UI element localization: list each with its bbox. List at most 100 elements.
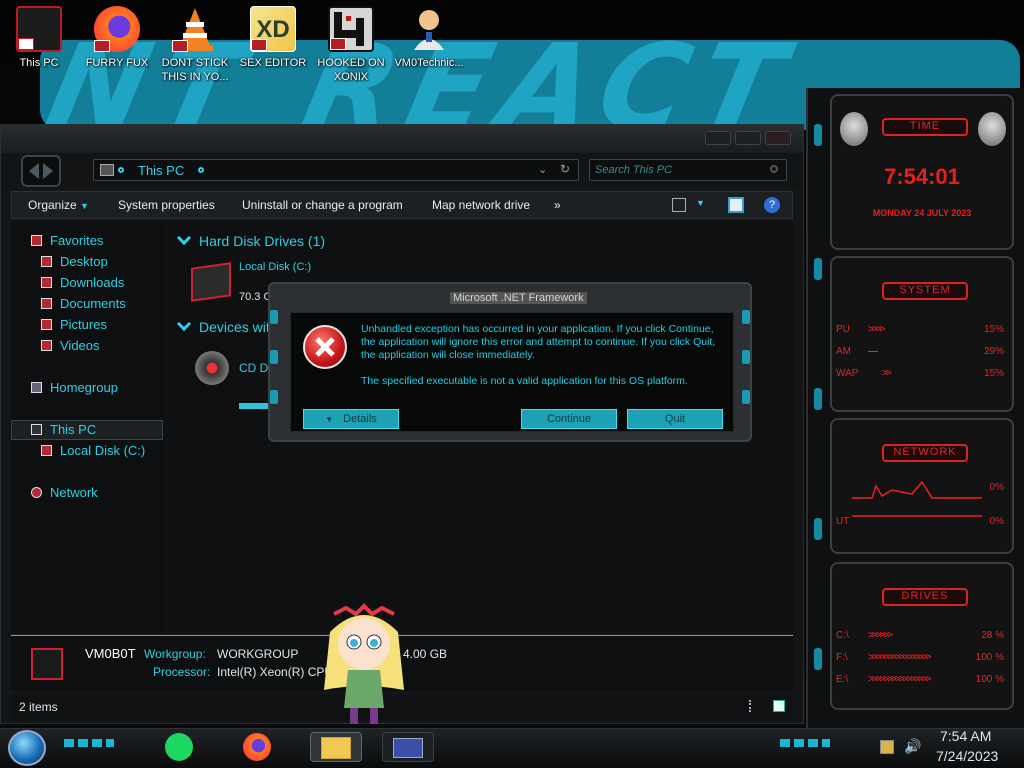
firefox-icon[interactable] <box>240 732 274 762</box>
taskbar-clock-date[interactable]: 7/24/2023 <box>936 748 998 764</box>
preview-pane-icon[interactable] <box>728 197 744 213</box>
chevron-down-icon[interactable]: ⌄ <box>538 163 547 176</box>
nav-homegroup[interactable]: Homegroup <box>31 380 118 395</box>
group-devices-removable[interactable]: Devices with <box>176 316 278 335</box>
dialog-title: Microsoft .NET Framework <box>450 292 587 304</box>
desktop-icon-label: SEX EDITOR <box>239 57 307 69</box>
view-options-icon[interactable] <box>672 198 686 212</box>
pictures-folder-icon <box>41 319 52 330</box>
alien-head-icon <box>840 112 868 146</box>
search-input[interactable]: Search This PC <box>595 164 672 176</box>
videos-folder-icon <box>41 340 52 351</box>
help-icon[interactable]: ? <box>764 197 780 213</box>
nav-favorites[interactable]: Favorites <box>31 233 103 248</box>
continue-button[interactable]: Continue <box>521 409 617 429</box>
chevron-down-icon <box>176 230 192 246</box>
details-button[interactable]: ▼ Details <box>303 409 399 429</box>
network-icon <box>31 487 42 498</box>
documents-folder-icon <box>41 298 52 309</box>
error-icon <box>303 325 347 369</box>
local-disk-label[interactable]: Local Disk (C:) <box>239 261 311 273</box>
vlc-cone-icon <box>172 6 218 52</box>
nav-desktop[interactable]: Desktop <box>41 254 108 269</box>
nav-downloads[interactable]: Downloads <box>41 275 124 290</box>
refresh-icon[interactable]: ↻ <box>560 162 570 176</box>
nav-label: Downloads <box>60 275 125 290</box>
gadget-date: MONDAY 24 JULY 2023 <box>872 208 972 218</box>
processor-value: Intel(R) Xeon(R) CPU <box>217 665 334 679</box>
nav-label: Favorites <box>50 233 104 248</box>
control-panel-icon[interactable] <box>382 732 434 762</box>
group-hard-disk-drives[interactable]: Hard Disk Drives (1) <box>176 230 325 249</box>
search-icon[interactable] <box>770 165 778 173</box>
address-bar[interactable]: This PC ⌄ ↻ <box>93 159 579 181</box>
gadget-title: TIME <box>882 118 968 136</box>
address-text: This PC <box>138 163 185 178</box>
computer-icon <box>31 648 63 680</box>
nav-documents[interactable]: Documents <box>41 296 126 311</box>
explorer-titlebar[interactable] <box>1 125 803 153</box>
cd-drive-icon <box>195 351 229 385</box>
system-properties-button[interactable]: System properties <box>118 198 215 212</box>
nav-network[interactable]: Network <box>31 485 98 500</box>
xd-editor-icon: XD <box>250 6 296 52</box>
organize-button[interactable]: Organize ▼ <box>28 198 89 212</box>
maximize-button[interactable] <box>735 131 761 145</box>
chevron-down-icon: ▼ <box>325 415 334 424</box>
close-button[interactable] <box>765 131 791 145</box>
nav-label: Local Disk (C:) <box>60 443 146 458</box>
desktop-icon-dont-stick[interactable]: DONT STICK THIS IN YO... <box>158 6 232 84</box>
alien-head-icon <box>978 112 1006 146</box>
desktop-icon-this-pc[interactable]: This PC <box>2 6 76 70</box>
chevron-down-icon[interactable]: ▼ <box>696 198 705 208</box>
nav-label: Network <box>50 485 98 500</box>
time-gadget[interactable]: TIME 7:54:01 MONDAY 24 JULY 2023 <box>830 94 1014 250</box>
network-tray-icon[interactable] <box>880 740 894 754</box>
gadget-title: SYSTEM <box>882 282 968 300</box>
computer-name: VM0B0T <box>85 646 136 661</box>
chevron-down-icon: ▼ <box>80 201 89 211</box>
quit-button[interactable]: Quit <box>627 409 723 429</box>
desktop-icon-furry-fux[interactable]: FURRY FUX <box>80 6 154 70</box>
dialog-message-detail: The specified executable is not a valid … <box>361 375 688 387</box>
command-bar: Organize ▼ System properties Uninstall o… <box>11 191 793 219</box>
minimize-button[interactable] <box>705 131 731 145</box>
desktop-icon-sex-editor[interactable]: XD SEX EDITOR <box>236 6 310 70</box>
nav-pictures[interactable]: Pictures <box>41 317 107 332</box>
processor-label: Processor: <box>153 665 211 679</box>
xonix-game-icon <box>328 6 374 52</box>
gadget-title: DRIVES <box>882 588 968 606</box>
search-box[interactable]: Search This PC <box>589 159 787 181</box>
volume-icon[interactable]: 🔊 <box>904 738 921 755</box>
desktop-icon-label: FURRY FUX <box>85 57 149 69</box>
drives-gadget[interactable]: DRIVES C:\ >>>>>> 28 % F:\ >>>>>>>>>>>>>>>>… <box>830 562 1014 710</box>
desktop-icon-vm0technician[interactable]: VM0Technic... <box>392 6 466 70</box>
uninstall-program-button[interactable]: Uninstall or change a program <box>242 198 403 212</box>
nav-label: Documents <box>60 296 126 311</box>
network-gadget[interactable]: NETWORK 0% UT 0% <box>830 418 1014 554</box>
character-sticker <box>318 598 410 728</box>
nav-videos[interactable]: Videos <box>41 338 100 353</box>
breadcrumb-dropdown-icon[interactable] <box>198 167 204 173</box>
desktop-icon-label: DONT STICK THIS IN YO... <box>161 57 229 83</box>
file-explorer-icon[interactable] <box>310 732 362 762</box>
star-icon <box>31 235 42 246</box>
taskbar-clock-time[interactable]: 7:54 AM <box>940 728 991 744</box>
map-network-drive-button[interactable]: Map network drive <box>432 198 530 212</box>
desktop-icon-hooked-on-xonix[interactable]: HOOKED ON XONIX <box>314 6 388 84</box>
chevron-down-icon <box>176 316 192 332</box>
network-graph <box>852 480 982 517</box>
nav-label: Homegroup <box>50 380 118 395</box>
hard-drive-icon <box>191 262 231 302</box>
start-button[interactable] <box>8 730 46 766</box>
nav-this-pc[interactable]: This PC <box>31 422 96 437</box>
large-icons-view-icon[interactable] <box>773 700 785 712</box>
error-dialog[interactable]: Microsoft .NET Framework Unhandled excep… <box>268 282 752 442</box>
more-commands-button[interactable]: » <box>554 198 561 212</box>
spotify-icon[interactable] <box>162 732 196 762</box>
nav-local-disk[interactable]: Local Disk (C:) <box>41 443 145 458</box>
back-forward-buttons[interactable] <box>21 155 61 187</box>
nav-label: Desktop <box>60 254 108 269</box>
details-view-icon[interactable] <box>749 700 759 712</box>
system-gadget[interactable]: SYSTEM PU >>>> 15% AM —29% WAP >> 15% <box>830 256 1014 412</box>
